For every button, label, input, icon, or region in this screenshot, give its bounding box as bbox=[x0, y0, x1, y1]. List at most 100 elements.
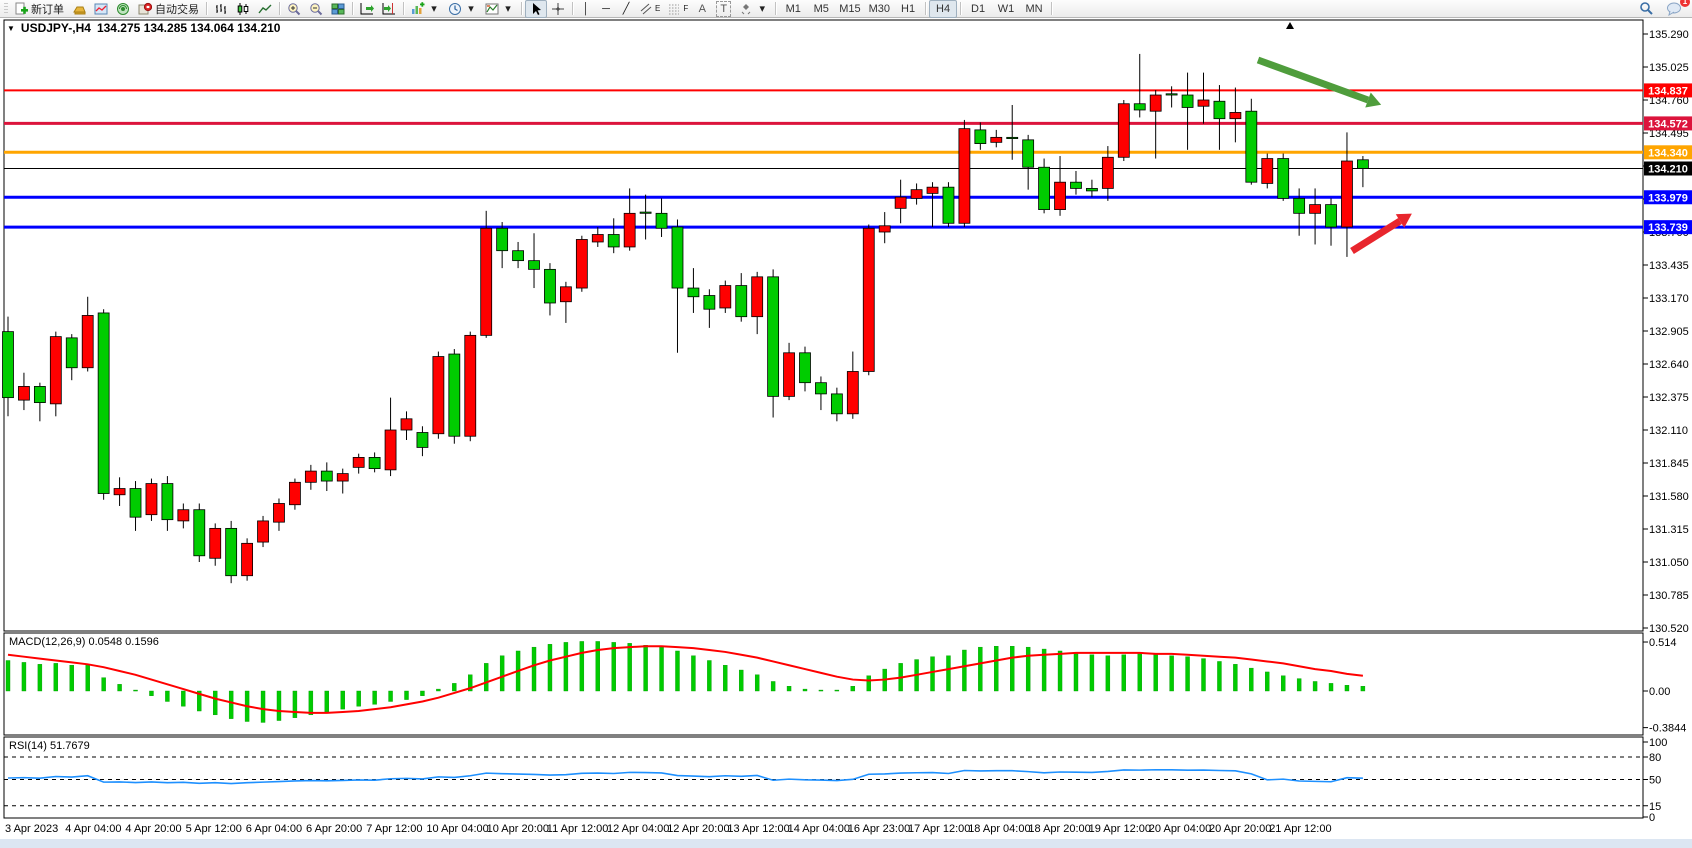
svg-text:0.514: 0.514 bbox=[1649, 637, 1677, 649]
mt4-terminal: 新订单 自动交易 bbox=[0, 0, 1692, 848]
svg-text:130.520: 130.520 bbox=[1649, 623, 1689, 635]
svg-text:12 Apr 04:00: 12 Apr 04:00 bbox=[607, 823, 669, 835]
timeframe-m1[interactable]: M1 bbox=[779, 0, 807, 18]
label-icon: T bbox=[716, 1, 731, 17]
cursor-button[interactable] bbox=[525, 0, 547, 18]
auto-scroll-icon bbox=[360, 2, 374, 16]
timeframe-d1[interactable]: D1 bbox=[964, 0, 992, 18]
svg-text:132.905: 132.905 bbox=[1649, 326, 1689, 338]
candlestick-button[interactable] bbox=[232, 0, 254, 18]
timeframe-h1[interactable]: H1 bbox=[894, 0, 922, 18]
chart-window-icon bbox=[94, 2, 108, 16]
svg-text:16 Apr 23:00: 16 Apr 23:00 bbox=[848, 823, 910, 835]
gold-bars-icon bbox=[72, 2, 86, 16]
tile-windows-button[interactable] bbox=[327, 0, 349, 18]
shapes-icon bbox=[739, 2, 753, 16]
indicators-icon bbox=[411, 2, 425, 16]
separator bbox=[775, 2, 776, 15]
trendline-button[interactable]: ╱ bbox=[616, 0, 636, 18]
dropdown-arrow-icon: ▾ bbox=[502, 2, 514, 16]
autotrade-icon bbox=[138, 2, 152, 16]
separator bbox=[925, 2, 926, 15]
search-icon bbox=[1639, 1, 1654, 16]
svg-text:6 Apr 20:00: 6 Apr 20:00 bbox=[306, 823, 362, 835]
timeframe-h4[interactable]: H4 bbox=[929, 0, 957, 18]
channel-letter: E bbox=[655, 4, 660, 13]
search-button[interactable] bbox=[1635, 0, 1658, 18]
svg-text:18 Apr 04:00: 18 Apr 04:00 bbox=[968, 823, 1030, 835]
svg-text:130.785: 130.785 bbox=[1649, 590, 1689, 602]
templates-button[interactable]: ▾ bbox=[481, 0, 518, 18]
quotes-button[interactable] bbox=[68, 0, 90, 18]
line-chart-button[interactable] bbox=[254, 0, 276, 18]
indicators-button[interactable]: ▾ bbox=[407, 0, 444, 18]
timeframe-w1[interactable]: W1 bbox=[992, 0, 1020, 18]
fibonacci-button[interactable]: F bbox=[664, 0, 692, 18]
channel-button[interactable]: E bbox=[636, 0, 664, 18]
svg-text:11 Apr 12:00: 11 Apr 12:00 bbox=[547, 823, 609, 835]
svg-text:135.290: 135.290 bbox=[1649, 29, 1689, 41]
svg-text:80: 80 bbox=[1649, 752, 1661, 764]
svg-text:133.739: 133.739 bbox=[1648, 222, 1688, 234]
shapes-button[interactable]: ▾ bbox=[735, 0, 772, 18]
templates-icon bbox=[485, 2, 499, 16]
auto-scroll-button[interactable] bbox=[356, 0, 378, 18]
svg-text:20 Apr 04:00: 20 Apr 04:00 bbox=[1149, 823, 1211, 835]
vertical-line-button[interactable]: │ bbox=[576, 0, 596, 18]
crosshair-icon bbox=[551, 2, 565, 16]
svg-text:135.025: 135.025 bbox=[1649, 62, 1689, 74]
zoom-in-button[interactable] bbox=[283, 0, 305, 18]
chart-shift-icon bbox=[382, 2, 396, 16]
svg-text:14 Apr 04:00: 14 Apr 04:00 bbox=[788, 823, 850, 835]
label-button[interactable]: T bbox=[712, 0, 735, 18]
svg-text:133.170: 133.170 bbox=[1649, 293, 1689, 305]
timeframe-m5[interactable]: M5 bbox=[807, 0, 835, 18]
svg-text:7 Apr 12:00: 7 Apr 12:00 bbox=[366, 823, 422, 835]
separator bbox=[521, 2, 522, 15]
svg-text:15: 15 bbox=[1649, 801, 1661, 813]
zoom-in-icon bbox=[287, 2, 301, 16]
svg-text:131.315: 131.315 bbox=[1649, 524, 1689, 536]
new-order-label: 新订单 bbox=[31, 1, 64, 17]
chart-shift-button[interactable] bbox=[378, 0, 400, 18]
trendline-icon: ╱ bbox=[620, 2, 632, 16]
crosshair-button[interactable] bbox=[547, 0, 569, 18]
chart-window-button[interactable] bbox=[90, 0, 112, 18]
autotrade-button[interactable]: 自动交易 bbox=[134, 0, 203, 18]
separator bbox=[206, 2, 207, 15]
svg-text:10 Apr 04:00: 10 Apr 04:00 bbox=[426, 823, 488, 835]
new-order-button[interactable]: 新订单 bbox=[10, 0, 68, 18]
svg-text:134.572: 134.572 bbox=[1648, 118, 1688, 130]
bar-chart-button[interactable] bbox=[210, 0, 232, 18]
horizontal-line-button[interactable]: ─ bbox=[596, 0, 616, 18]
svg-text:50: 50 bbox=[1649, 775, 1661, 787]
notifications-button[interactable]: 1 bbox=[1662, 0, 1686, 18]
text-button[interactable]: A bbox=[692, 0, 712, 18]
svg-text:131.580: 131.580 bbox=[1649, 491, 1689, 503]
svg-text:3 Apr 2023: 3 Apr 2023 bbox=[5, 823, 58, 835]
timeframe-m15[interactable]: M15 bbox=[835, 0, 864, 18]
zoom-out-button[interactable] bbox=[305, 0, 327, 18]
line-chart-icon bbox=[258, 2, 272, 16]
svg-text:131.845: 131.845 bbox=[1649, 458, 1689, 470]
svg-text:131.050: 131.050 bbox=[1649, 557, 1689, 569]
bar-chart-icon bbox=[214, 2, 228, 16]
timeframe-mn[interactable]: MN bbox=[1020, 0, 1048, 18]
autotrade-label: 自动交易 bbox=[155, 1, 199, 17]
toolbar-grip[interactable] bbox=[4, 3, 8, 15]
horizontal-line-icon: ─ bbox=[600, 2, 612, 16]
svg-text:-0.3844: -0.3844 bbox=[1649, 723, 1686, 735]
signal-icon bbox=[116, 2, 130, 16]
signal-button[interactable] bbox=[112, 0, 134, 18]
separator bbox=[403, 2, 404, 15]
svg-text:4 Apr 04:00: 4 Apr 04:00 bbox=[65, 823, 121, 835]
svg-text:6 Apr 04:00: 6 Apr 04:00 bbox=[246, 823, 302, 835]
timeframe-m30[interactable]: M30 bbox=[865, 0, 894, 18]
svg-text:134.340: 134.340 bbox=[1648, 147, 1688, 159]
new-order-icon bbox=[14, 2, 28, 16]
svg-text:18 Apr 20:00: 18 Apr 20:00 bbox=[1028, 823, 1090, 835]
periods-button[interactable]: ▾ bbox=[444, 0, 481, 18]
dropdown-arrow-icon: ▾ bbox=[465, 2, 477, 16]
svg-text:19 Apr 12:00: 19 Apr 12:00 bbox=[1089, 823, 1151, 835]
price-chart[interactable]: 135.290135.025134.760134.495134.230133.9… bbox=[0, 0, 1692, 848]
